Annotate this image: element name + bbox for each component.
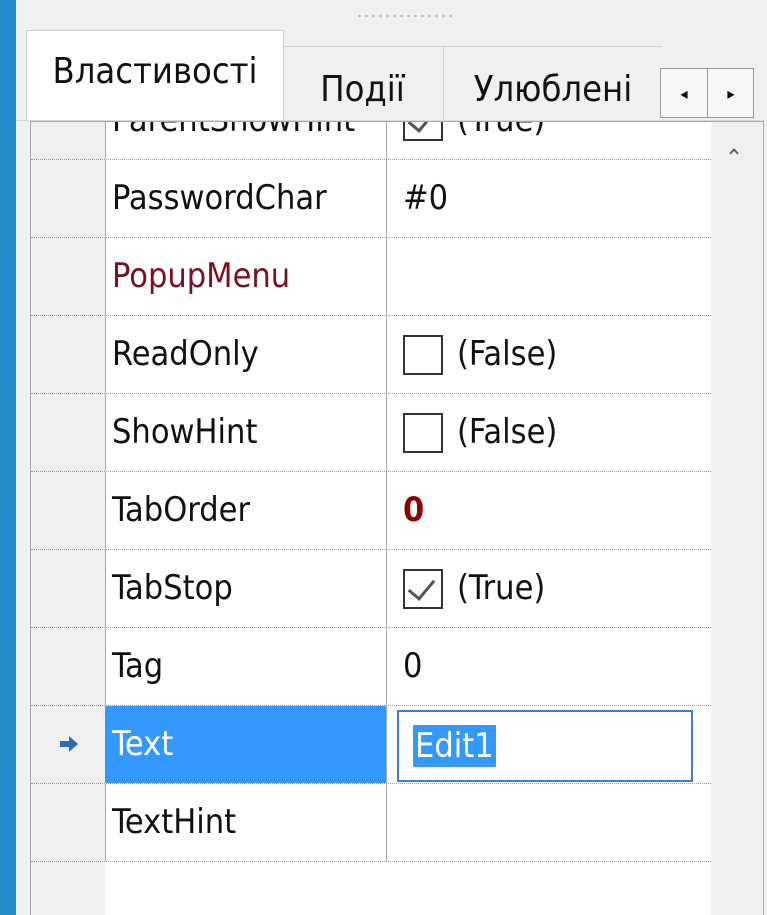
- property-value[interactable]: (True): [389, 550, 707, 627]
- checkbox-label: (True): [457, 122, 545, 159]
- drag-grip[interactable]: [356, 14, 456, 18]
- vertical-scrollbar[interactable]: ⌃: [711, 122, 763, 915]
- property-name: TabOrder: [105, 472, 387, 549]
- checkbox[interactable]: [403, 334, 443, 375]
- property-value[interactable]: 0: [389, 628, 707, 705]
- checkbox[interactable]: [403, 568, 443, 609]
- chevron-up-icon[interactable]: ⌃: [725, 144, 743, 172]
- triangle-left-icon: ◂: [680, 83, 688, 103]
- property-name: TabStop: [105, 550, 387, 627]
- property-name: Tag: [105, 628, 387, 705]
- property-row-parentshowhint[interactable]: ParentShowHint (True): [31, 122, 711, 160]
- property-row-tabstop[interactable]: TabStop (True): [31, 550, 711, 628]
- scroll-left-button[interactable]: ◂: [661, 69, 708, 117]
- property-grid: ⌃ ParentShowHint (True) PasswordChar #0 …: [30, 121, 764, 915]
- property-value: Edit1: [389, 706, 707, 783]
- checkbox-label: (True): [457, 568, 546, 608]
- property-rows: ParentShowHint (True) PasswordChar #0 Po…: [31, 122, 711, 862]
- property-name: TextHint: [105, 784, 387, 861]
- property-row-taborder[interactable]: TabOrder 0: [31, 472, 711, 550]
- property-value[interactable]: [389, 238, 707, 315]
- checkbox[interactable]: [403, 122, 443, 141]
- property-name: ParentShowHint: [105, 122, 387, 159]
- property-value[interactable]: (False): [389, 394, 707, 471]
- property-name: PasswordChar: [105, 160, 387, 237]
- tab-strip: Властивості Події Улюблені ◂ ▸: [16, 28, 767, 121]
- property-name: PopupMenu: [105, 238, 387, 315]
- property-name: ReadOnly: [105, 316, 387, 393]
- property-row-text[interactable]: Text Edit1: [31, 706, 711, 784]
- checkbox[interactable]: [403, 412, 443, 453]
- property-name: Text: [105, 706, 387, 783]
- property-value[interactable]: (True): [389, 122, 707, 159]
- property-value[interactable]: (False): [389, 316, 707, 393]
- property-row-passwordchar[interactable]: PasswordChar #0: [31, 160, 711, 238]
- property-row-readonly[interactable]: ReadOnly (False): [31, 316, 711, 394]
- object-inspector: Властивості Події Улюблені ◂ ▸ ⌃ ParentS…: [16, 0, 767, 915]
- property-value[interactable]: 0: [389, 472, 707, 549]
- property-row-showhint[interactable]: ShowHint (False): [31, 394, 711, 472]
- checkbox-label: (False): [457, 334, 558, 374]
- selected-text: Edit1: [413, 724, 496, 767]
- triangle-right-icon: ▸: [727, 83, 735, 103]
- tab-properties[interactable]: Властивості: [26, 30, 284, 120]
- text-value-input[interactable]: Edit1: [397, 709, 693, 782]
- property-value[interactable]: [389, 784, 707, 861]
- tab-scroll-buttons: ◂ ▸: [660, 68, 754, 118]
- property-row-texthint[interactable]: TextHint: [31, 784, 711, 862]
- property-row-tag[interactable]: Tag 0: [31, 628, 711, 706]
- property-value[interactable]: #0: [389, 160, 707, 237]
- right-arrow-icon: [49, 724, 89, 764]
- modified-value: 0: [403, 490, 425, 530]
- property-row-popupmenu[interactable]: PopupMenu: [31, 238, 711, 316]
- property-name: ShowHint: [105, 394, 387, 471]
- checkbox-label: (False): [457, 412, 558, 452]
- tab-events[interactable]: Події: [282, 46, 444, 120]
- tab-favorites[interactable]: Улюблені: [444, 46, 662, 120]
- scroll-right-button[interactable]: ▸: [708, 69, 754, 117]
